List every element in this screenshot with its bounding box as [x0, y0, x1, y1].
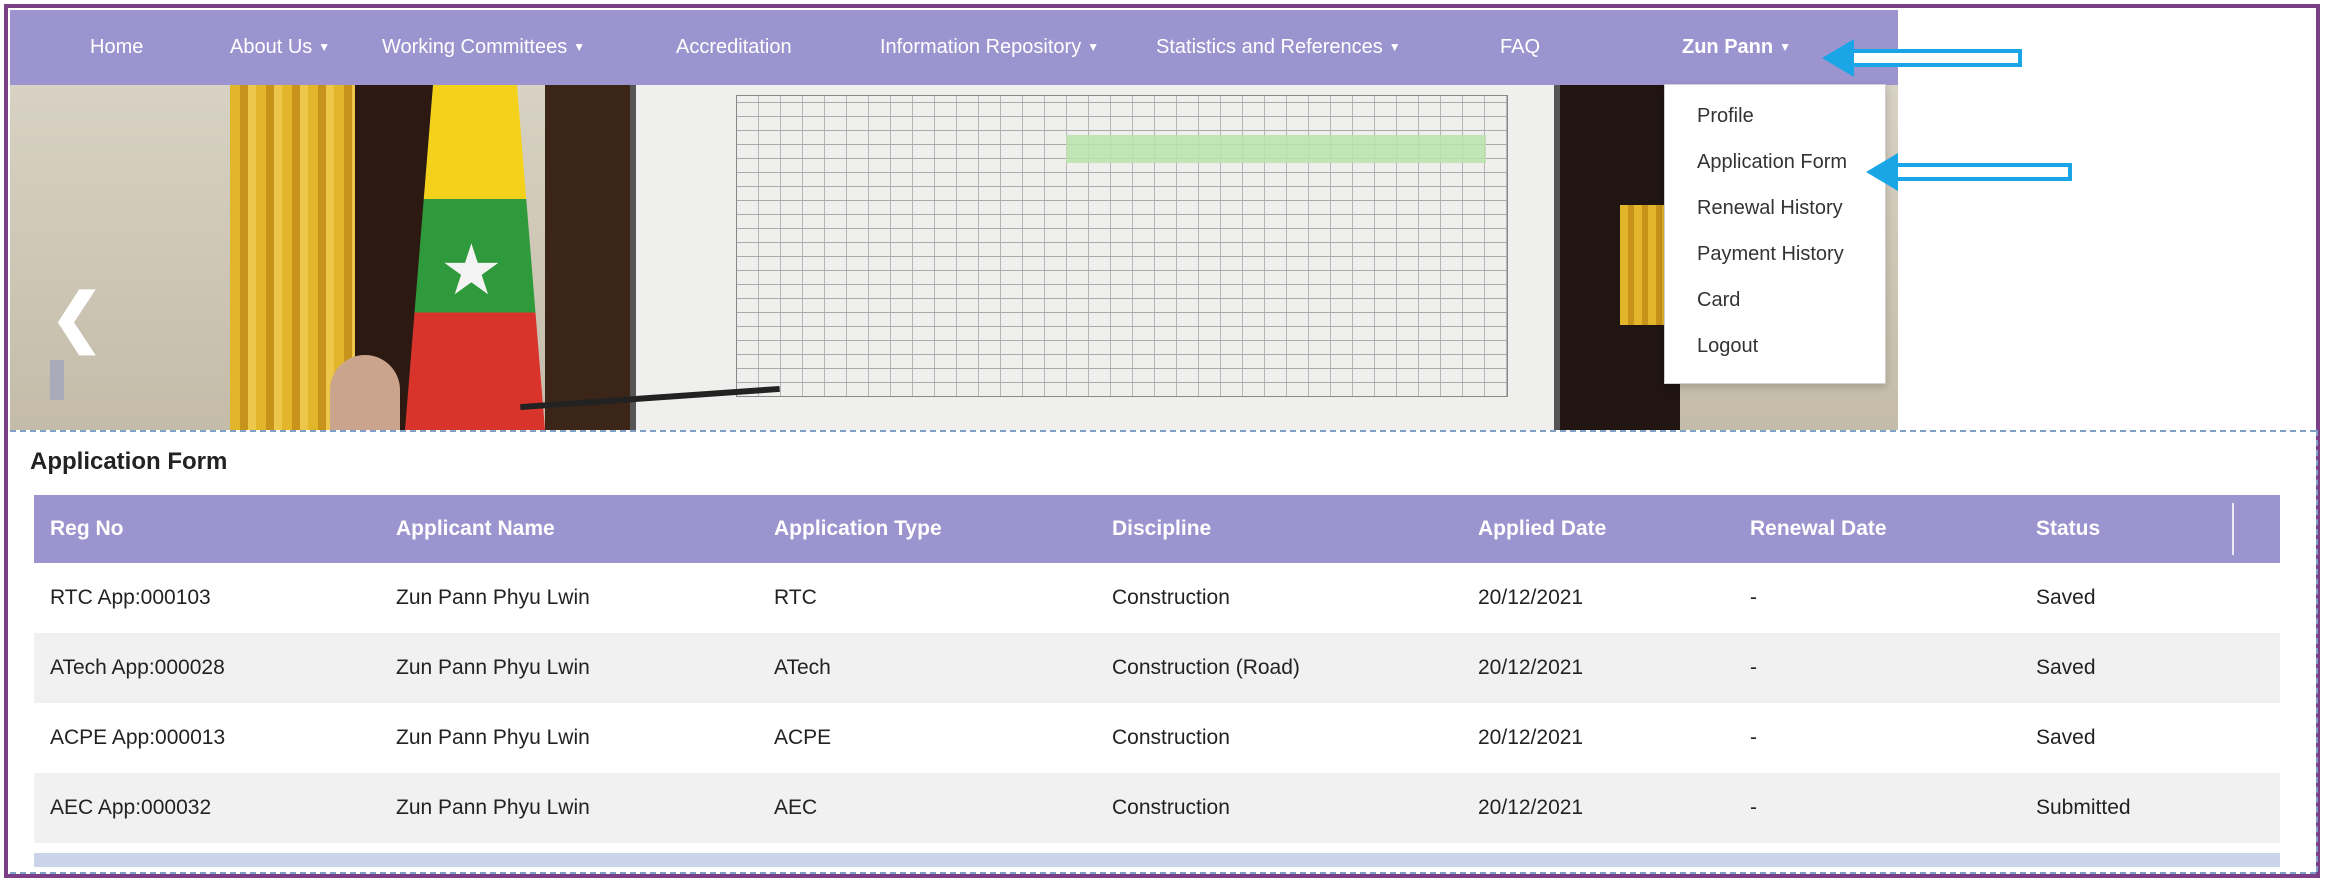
menu-item-card[interactable]: Card — [1697, 289, 1740, 312]
cell-reg-no: ACPE App:000013 — [50, 726, 226, 749]
table-row[interactable]: RTC App:000103 Zun Pann Phyu Lwin RTC Co… — [34, 563, 2280, 633]
column-header-discipline[interactable]: Discipline — [1112, 495, 1211, 563]
projected-highlight — [1066, 135, 1486, 163]
annotation-arrow-icon — [1822, 39, 2022, 77]
cell-discipline: Construction — [1112, 586, 1230, 609]
nav-user-label: Zun Pann — [1682, 36, 1774, 58]
cell-discipline: Construction — [1112, 796, 1230, 819]
nav-about-label: About Us — [230, 36, 313, 58]
cell-applicant-name: Zun Pann Phyu Lwin — [396, 726, 590, 749]
chevron-left-icon[interactable]: ❮ — [50, 285, 104, 349]
caret-down-icon: ▼ — [1779, 40, 1791, 54]
cell-discipline: Construction (Road) — [1112, 656, 1300, 679]
nav-home[interactable]: Home — [90, 10, 143, 85]
header-divider — [2232, 503, 2234, 555]
table-row[interactable]: ATech App:000028 Zun Pann Phyu Lwin ATec… — [34, 633, 2280, 703]
caret-down-icon: ▼ — [1388, 40, 1401, 54]
section-border — [2316, 430, 2318, 872]
cell-status: Saved — [2036, 586, 2096, 609]
cell-application-type: ATech — [774, 656, 831, 679]
nav-about-us[interactable]: About Us ▼ — [230, 10, 330, 85]
column-header-status[interactable]: Status — [2036, 495, 2100, 563]
cell-applied-date: 20/12/2021 — [1478, 796, 1584, 819]
cell-renewal-date: - — [1750, 656, 1757, 679]
cell-applicant-name: Zun Pann Phyu Lwin — [396, 656, 590, 679]
arrow-head — [1822, 39, 1854, 77]
column-header-application-type[interactable]: Application Type — [774, 495, 942, 563]
menu-item-profile[interactable]: Profile — [1697, 105, 1754, 128]
column-header-renewal-date[interactable]: Renewal Date — [1750, 495, 1887, 563]
nav-statistics-references[interactable]: Statistics and References ▼ — [1156, 10, 1401, 85]
table-footer-bar — [34, 853, 2280, 867]
cell-status: Saved — [2036, 656, 2096, 679]
menu-item-logout[interactable]: Logout — [1697, 335, 1758, 358]
annotation-arrow-icon — [1866, 153, 2072, 191]
cell-reg-no: RTC App:000103 — [50, 586, 211, 609]
user-dropdown-menu: Profile Application Form Renewal History… — [1664, 84, 1886, 384]
nav-home-label: Home — [90, 36, 144, 58]
cell-application-type: ACPE — [774, 726, 832, 749]
menu-item-application-form[interactable]: Application Form — [1697, 151, 1847, 174]
application-table: Reg No Applicant Name Application Type D… — [34, 495, 2280, 843]
cell-reg-no: ATech App:000028 — [50, 656, 225, 679]
column-header-applicant-name[interactable]: Applicant Name — [396, 495, 555, 563]
banner-panel — [545, 85, 630, 430]
cell-applicant-name: Zun Pann Phyu Lwin — [396, 796, 590, 819]
nav-repository-label: Information Repository — [880, 36, 1082, 58]
flag-star-icon: ★ — [440, 231, 503, 309]
nav-faq-label: FAQ — [1500, 36, 1541, 58]
section-border — [10, 872, 2316, 874]
column-header-applied-date[interactable]: Applied Date — [1478, 495, 1606, 563]
cell-status: Saved — [2036, 726, 2096, 749]
menu-item-renewal-history[interactable]: Renewal History — [1697, 197, 1843, 220]
caret-down-icon: ▼ — [573, 40, 586, 54]
cell-application-type: AEC — [774, 796, 818, 819]
nav-statistics-label: Statistics and References — [1156, 36, 1383, 58]
cell-applicant-name: Zun Pann Phyu Lwin — [396, 586, 590, 609]
caret-down-icon: ▼ — [1087, 40, 1100, 54]
cell-discipline: Construction — [1112, 726, 1230, 749]
cell-renewal-date: - — [1750, 586, 1757, 609]
cell-applied-date: 20/12/2021 — [1478, 656, 1584, 679]
arrow-head — [1866, 153, 1898, 191]
arrow-shaft — [1890, 163, 2072, 181]
cell-status: Submitted — [2036, 796, 2131, 819]
nav-accreditation[interactable]: Accreditation — [676, 10, 792, 85]
menu-item-payment-history[interactable]: Payment History — [1697, 243, 1844, 266]
cell-renewal-date: - — [1750, 726, 1757, 749]
glass-image — [50, 360, 64, 400]
arrow-shaft — [1846, 49, 2022, 67]
caret-down-icon: ▼ — [318, 40, 331, 54]
table-row[interactable]: AEC App:000032 Zun Pann Phyu Lwin AEC Co… — [34, 773, 2280, 843]
cell-renewal-date: - — [1750, 796, 1757, 819]
nav-working-committees[interactable]: Working Committees ▼ — [382, 10, 585, 85]
nav-committees-label: Working Committees — [382, 36, 568, 58]
page-title: Application Form — [30, 448, 228, 475]
table-row[interactable]: ACPE App:000013 Zun Pann Phyu Lwin ACPE … — [34, 703, 2280, 773]
table-header: Reg No Applicant Name Application Type D… — [34, 495, 2280, 563]
nav-accreditation-label: Accreditation — [676, 36, 792, 58]
column-header-reg-no[interactable]: Reg No — [50, 495, 124, 563]
cell-reg-no: AEC App:000032 — [50, 796, 212, 819]
projector-screen-image — [630, 85, 1560, 430]
banner-carousel: ★ ❮ — [10, 85, 1898, 430]
nav-information-repository[interactable]: Information Repository ▼ — [880, 10, 1099, 85]
cell-applied-date: 20/12/2021 — [1478, 586, 1584, 609]
nav-user-menu[interactable]: Zun Pann ▼ — [1682, 10, 1791, 85]
nav-faq[interactable]: FAQ — [1500, 10, 1540, 85]
top-navbar: Home About Us ▼ Working Committees ▼ Accre… — [10, 10, 1898, 85]
cell-application-type: RTC — [774, 586, 817, 609]
section-border — [10, 430, 2316, 432]
cell-applied-date: 20/12/2021 — [1478, 726, 1584, 749]
speaker-image — [330, 355, 400, 430]
